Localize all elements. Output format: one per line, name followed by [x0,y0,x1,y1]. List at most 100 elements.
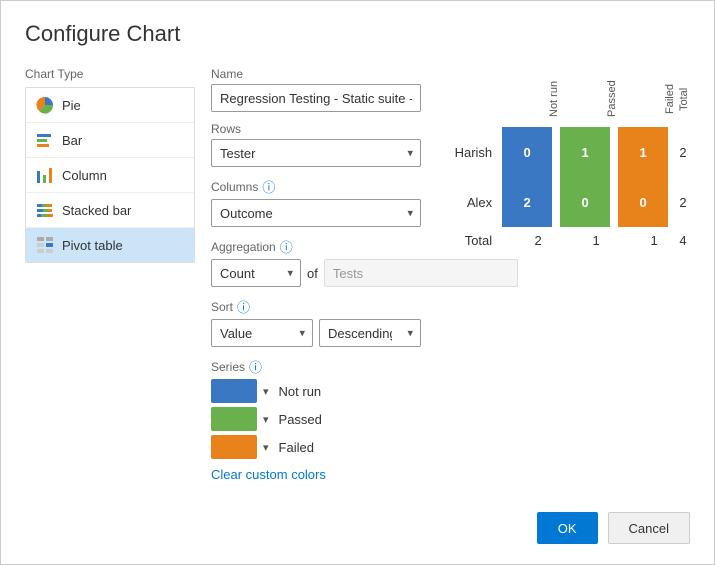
pivot-cell-alex-failed: 0 [618,177,676,227]
pivot-total-failed: 1 [618,227,676,248]
name-label: Name [211,67,421,81]
series-label: Series ⓘ [211,357,421,376]
pivot-total-row: Total 2 1 1 4 [447,227,690,248]
aggregation-row: Count Sum ▾ of [211,259,421,287]
pivot-cell-harish-total: 2 [676,127,690,177]
chart-type-panel: Chart Type Pie [25,67,195,482]
chart-type-stacked-bar-label: Stacked bar [62,203,131,218]
sort-value-select[interactable]: Value Name [211,319,313,347]
chart-type-pie[interactable]: Pie [26,88,194,123]
pivot-total-label: Total [447,227,502,248]
series-passed-chevron-icon[interactable]: ▾ [263,413,269,426]
bar-icon [36,131,54,149]
chart-type-pie-label: Pie [62,98,81,113]
pivot-cell-alex-notrun: 2 [502,177,560,227]
cell-alex-passed-value: 0 [560,177,610,227]
pie-icon [36,96,54,114]
pivot-table-icon [36,236,54,254]
series-not-run-color[interactable] [211,379,257,403]
series-passed-color[interactable] [211,407,257,431]
series-failed-row: ▾ Failed [211,435,421,459]
sort-order-select[interactable]: Descending Ascending [319,319,421,347]
sort-info-icon[interactable]: ⓘ [237,297,250,316]
cell-alex-notrun-value: 2 [502,177,552,227]
rows-select-wrapper: Tester ▾ [211,139,421,167]
columns-select-wrapper: Outcome ▾ [211,199,421,227]
sort-order-select-wrapper: Descending Ascending ▾ [319,319,421,347]
aggregation-of-text: of [307,266,318,281]
cell-harish-notrun-value: 0 [502,127,552,177]
chart-type-bar-label: Bar [62,133,82,148]
series-failed-color[interactable] [211,435,257,459]
series-not-run-chevron-icon[interactable]: ▾ [263,385,269,398]
pivot-total-passed: 1 [560,227,618,248]
config-panel: Name Rows Tester ▾ Columns ⓘ [211,67,421,482]
sort-label: Sort ⓘ [211,297,421,316]
stacked-bar-icon [36,201,54,219]
pivot-cell-alex-total: 2 [676,177,690,227]
columns-label: Columns ⓘ [211,177,421,196]
series-info-icon[interactable]: ⓘ [249,357,262,376]
aggregation-label: Aggregation ⓘ [211,237,421,256]
series-failed-label: Failed [279,440,314,455]
pivot-row-harish: Harish 0 1 1 2 [447,127,690,177]
name-input[interactable] [211,84,421,112]
rows-label: Rows [211,122,421,136]
pivot-header-empty [447,67,502,127]
pivot-header-failed: Failed [618,67,676,127]
pivot-header-passed: Passed [560,67,618,127]
chart-type-column-label: Column [62,168,107,183]
series-not-run-row: ▾ Not run [211,379,421,403]
series-passed-row: ▾ Passed [211,407,421,431]
dialog-title: Configure Chart [25,21,690,47]
name-field-group: Name [211,67,421,112]
sort-field-group: Sort ⓘ Value Name ▾ Descending A [211,297,421,347]
cancel-button[interactable]: Cancel [608,512,690,544]
chart-type-pivot-table[interactable]: Pivot table [26,228,194,262]
pivot-row-harish-label: Harish [447,127,502,177]
pivot-cell-harish-failed: 1 [618,127,676,177]
pivot-table-container: Not run Passed Failed Total Harish 0 [437,67,690,248]
dialog-footer: OK Cancel [25,502,690,544]
chart-type-column[interactable]: Column [26,158,194,193]
cell-harish-failed-value: 1 [618,127,668,177]
sort-value-select-wrapper: Value Name ▾ [211,319,313,347]
clear-custom-colors-link[interactable]: Clear custom colors [211,467,326,482]
pivot-header-total: Total [676,67,690,127]
aggregation-field-group: Aggregation ⓘ Count Sum ▾ of [211,237,421,287]
chart-type-stacked-bar[interactable]: Stacked bar [26,193,194,228]
dialog-body: Chart Type Pie [25,67,690,482]
series-passed-label: Passed [279,412,322,427]
pivot-row-alex: Alex 2 0 0 2 [447,177,690,227]
chart-type-bar[interactable]: Bar [26,123,194,158]
pivot-total-total: 4 [676,227,690,248]
series-not-run-label: Not run [279,384,322,399]
chart-type-pivot-table-label: Pivot table [62,238,123,253]
chart-type-label: Chart Type [25,67,195,81]
series-field-group: Series ⓘ ▾ Not run ▾ Passed ▾ Failed [211,357,421,482]
rows-field-group: Rows Tester ▾ [211,122,421,167]
ok-button[interactable]: OK [537,512,598,544]
pivot-total-notrun: 2 [502,227,560,248]
rows-select[interactable]: Tester [211,139,421,167]
cell-harish-passed-value: 1 [560,127,610,177]
cell-alex-failed-value: 0 [618,177,668,227]
configure-chart-dialog: Configure Chart Chart Type Pie [0,0,715,565]
columns-info-icon[interactable]: ⓘ [262,177,275,196]
pivot-header-not-run: Not run [502,67,560,127]
pivot-row-alex-label: Alex [447,177,502,227]
chart-type-list: Pie Bar [25,87,195,263]
columns-select[interactable]: Outcome [211,199,421,227]
sort-row: Value Name ▾ Descending Ascending ▾ [211,319,421,347]
column-icon [36,166,54,184]
pivot-cell-alex-passed: 0 [560,177,618,227]
pivot-cell-harish-notrun: 0 [502,127,560,177]
pivot-table: Not run Passed Failed Total Harish 0 [447,67,690,248]
series-failed-chevron-icon[interactable]: ▾ [263,441,269,454]
pivot-cell-harish-passed: 1 [560,127,618,177]
aggregation-select[interactable]: Count Sum [211,259,301,287]
columns-field-group: Columns ⓘ Outcome ▾ [211,177,421,227]
aggregation-info-icon[interactable]: ⓘ [280,237,293,256]
aggregation-select-wrapper: Count Sum ▾ [211,259,301,287]
chart-preview-panel: Not run Passed Failed Total Harish 0 [437,67,690,482]
